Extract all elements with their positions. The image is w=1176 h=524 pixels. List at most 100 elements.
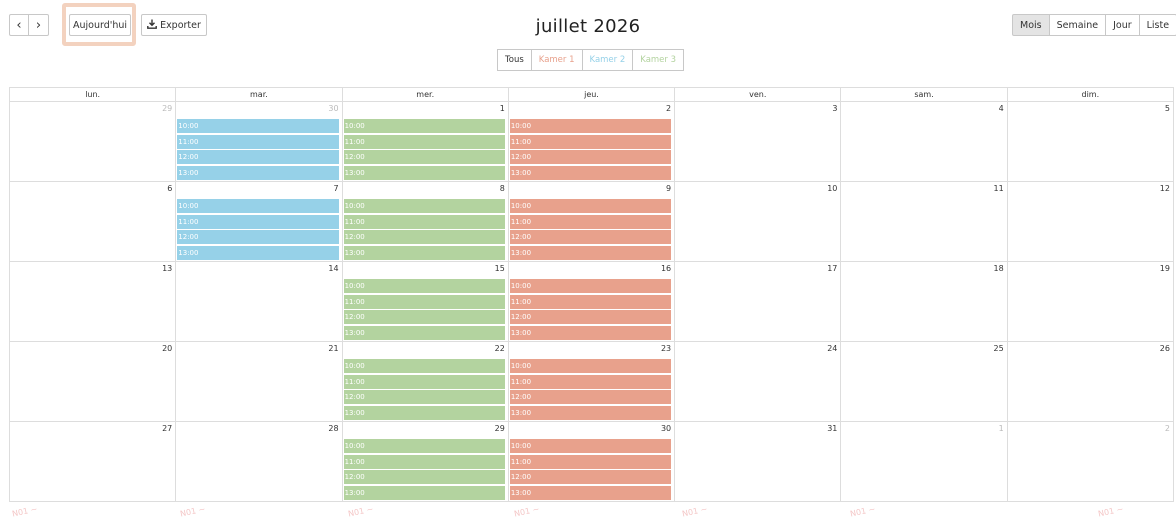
event-list: 10:00 11:00 12:00 13:00 (343, 199, 505, 261)
calendar-event[interactable]: 11:00 (509, 454, 672, 469)
calendar-event[interactable]: 13:00 (509, 485, 672, 500)
calendar-event[interactable]: 10:00 (343, 119, 505, 133)
day-cell[interactable]: 27 (10, 422, 177, 502)
calendar-event[interactable]: 12:00 (177, 230, 339, 244)
day-cell[interactable]: 14 (176, 262, 343, 342)
day-number: 22 (494, 344, 505, 353)
calendar-event[interactable]: 13:00 (343, 245, 505, 260)
day-number: 5 (1164, 104, 1170, 113)
day-cell[interactable]: 2 (1007, 422, 1174, 502)
calendar-event[interactable]: 11:00 (343, 134, 505, 149)
filter-kamer-1-button[interactable]: Kamer 1 (531, 49, 583, 71)
calendar-event[interactable]: 12:00 (509, 470, 672, 484)
calendar-event[interactable]: 13:00 (509, 245, 672, 260)
filter-kamer-3-button[interactable]: Kamer 3 (633, 49, 685, 71)
calendar-event[interactable]: 13:00 (343, 485, 505, 500)
calendar-event[interactable]: 11:00 (343, 294, 505, 309)
view-mois-button[interactable]: Mois (1012, 14, 1050, 36)
calendar-event[interactable]: 12:00 (509, 150, 672, 164)
view-liste-button[interactable]: Liste (1139, 14, 1176, 36)
filter-tous-button[interactable]: Tous (497, 49, 532, 71)
week-row: 27 28 29 10:00 11:00 12:00 13:00 30 10:00 11:00 12… (10, 422, 1174, 502)
day-cell[interactable]: 1 (841, 422, 1008, 502)
calendar-event[interactable]: 11:00 (343, 214, 505, 229)
calendar-event[interactable]: 10:00 (343, 359, 505, 373)
calendar-event[interactable]: 12:00 (509, 230, 672, 244)
day-cell[interactable]: 22 10:00 11:00 12:00 13:00 (342, 342, 509, 422)
calendar-event[interactable]: 10:00 (509, 359, 672, 373)
calendar-event[interactable]: 10:00 (509, 119, 672, 133)
calendar-event[interactable]: 10:00 (343, 199, 505, 213)
calendar-event[interactable]: 10:00 (177, 199, 339, 213)
calendar-event[interactable]: 10:00 (509, 199, 672, 213)
calendar-event[interactable]: 12:00 (343, 230, 505, 244)
day-cell[interactable]: 28 (176, 422, 343, 502)
day-cell[interactable]: 2 10:00 11:00 12:00 13:00 (508, 102, 676, 182)
calendar-event[interactable]: 11:00 (509, 134, 672, 149)
calendar-event[interactable]: 12:00 (509, 390, 672, 404)
day-cell[interactable]: 5 (1007, 102, 1174, 182)
week-row: 6 7 10:00 11:00 12:00 13:00 8 10:00 11:00 12:00 13… (10, 182, 1174, 262)
day-cell[interactable]: 26 (1007, 342, 1174, 422)
day-cell[interactable]: 8 10:00 11:00 12:00 13:00 (342, 182, 509, 262)
calendar-event[interactable]: 13:00 (509, 325, 672, 340)
calendar-event[interactable]: 11:00 (509, 294, 672, 309)
calendar-event[interactable]: 13:00 (177, 245, 339, 260)
calendar-event[interactable]: 12:00 (343, 390, 505, 404)
day-cell[interactable]: 21 (176, 342, 343, 422)
calendar-event[interactable]: 12:00 (343, 470, 505, 484)
day-cell[interactable]: 12 (1007, 182, 1174, 262)
day-number: 30 (660, 424, 672, 433)
day-cell[interactable]: 3 (675, 102, 842, 182)
calendar-event[interactable]: 10:00 (177, 119, 339, 133)
day-cell[interactable]: 1 10:00 11:00 12:00 13:00 (342, 102, 509, 182)
watermark-text: N01 ~ (11, 504, 39, 519)
calendar-event[interactable]: 10:00 (343, 439, 505, 453)
view-jour-button[interactable]: Jour (1106, 14, 1140, 36)
calendar-event[interactable]: 12:00 (343, 150, 505, 164)
calendar-event[interactable]: 12:00 (177, 150, 339, 164)
calendar-event[interactable]: 10:00 (509, 279, 672, 293)
calendar-event[interactable]: 10:00 (509, 439, 672, 453)
view-semaine-button[interactable]: Semaine (1049, 14, 1107, 36)
calendar-event[interactable]: 11:00 (343, 374, 505, 389)
filter-kamer-2-button[interactable]: Kamer 2 (582, 49, 634, 71)
day-cell[interactable]: 29 (10, 102, 177, 182)
day-cell[interactable]: 18 (841, 262, 1008, 342)
day-cell[interactable]: 9 10:00 11:00 12:00 13:00 (508, 182, 676, 262)
calendar-event[interactable]: 11:00 (343, 454, 505, 469)
day-cell[interactable]: 17 (675, 262, 842, 342)
calendar-event[interactable]: 11:00 (177, 134, 339, 149)
day-cell[interactable]: 25 (841, 342, 1008, 422)
calendar-event[interactable]: 11:00 (509, 374, 672, 389)
calendar-event[interactable]: 13:00 (343, 325, 505, 340)
calendar-event[interactable]: 12:00 (509, 310, 672, 324)
day-cell[interactable]: 10 (675, 182, 842, 262)
calendar-event[interactable]: 13:00 (343, 165, 505, 180)
day-cell[interactable]: 23 10:00 11:00 12:00 13:00 (508, 342, 676, 422)
week-row: 29 30 10:00 11:00 12:00 13:00 1 10:00 11:00 12:00… (10, 102, 1174, 182)
day-cell[interactable]: 30 10:00 11:00 12:00 13:00 (176, 102, 343, 182)
calendar-event[interactable]: 11:00 (177, 214, 339, 229)
day-cell[interactable]: 30 10:00 11:00 12:00 13:00 (508, 422, 676, 502)
day-cell[interactable]: 7 10:00 11:00 12:00 13:00 (176, 182, 343, 262)
day-cell[interactable]: 13 (10, 262, 177, 342)
day-cell[interactable]: 20 (10, 342, 177, 422)
day-cell[interactable]: 19 (1007, 262, 1174, 342)
calendar-event[interactable]: 13:00 (177, 165, 339, 180)
calendar-event[interactable]: 10:00 (343, 279, 505, 293)
day-cell[interactable]: 6 (10, 182, 177, 262)
day-number: 12 (1159, 184, 1170, 193)
day-cell[interactable]: 4 (841, 102, 1008, 182)
calendar-event[interactable]: 12:00 (343, 310, 505, 324)
day-cell[interactable]: 16 10:00 11:00 12:00 13:00 (508, 262, 676, 342)
day-cell[interactable]: 11 (841, 182, 1008, 262)
day-cell[interactable]: 24 (675, 342, 842, 422)
calendar-event[interactable]: 11:00 (509, 214, 672, 229)
day-cell[interactable]: 29 10:00 11:00 12:00 13:00 (342, 422, 509, 502)
calendar-event[interactable]: 13:00 (509, 165, 672, 180)
calendar-event[interactable]: 13:00 (509, 405, 672, 420)
calendar-event[interactable]: 13:00 (343, 405, 505, 420)
day-cell[interactable]: 31 (675, 422, 842, 502)
day-cell[interactable]: 15 10:00 11:00 12:00 13:00 (342, 262, 509, 342)
